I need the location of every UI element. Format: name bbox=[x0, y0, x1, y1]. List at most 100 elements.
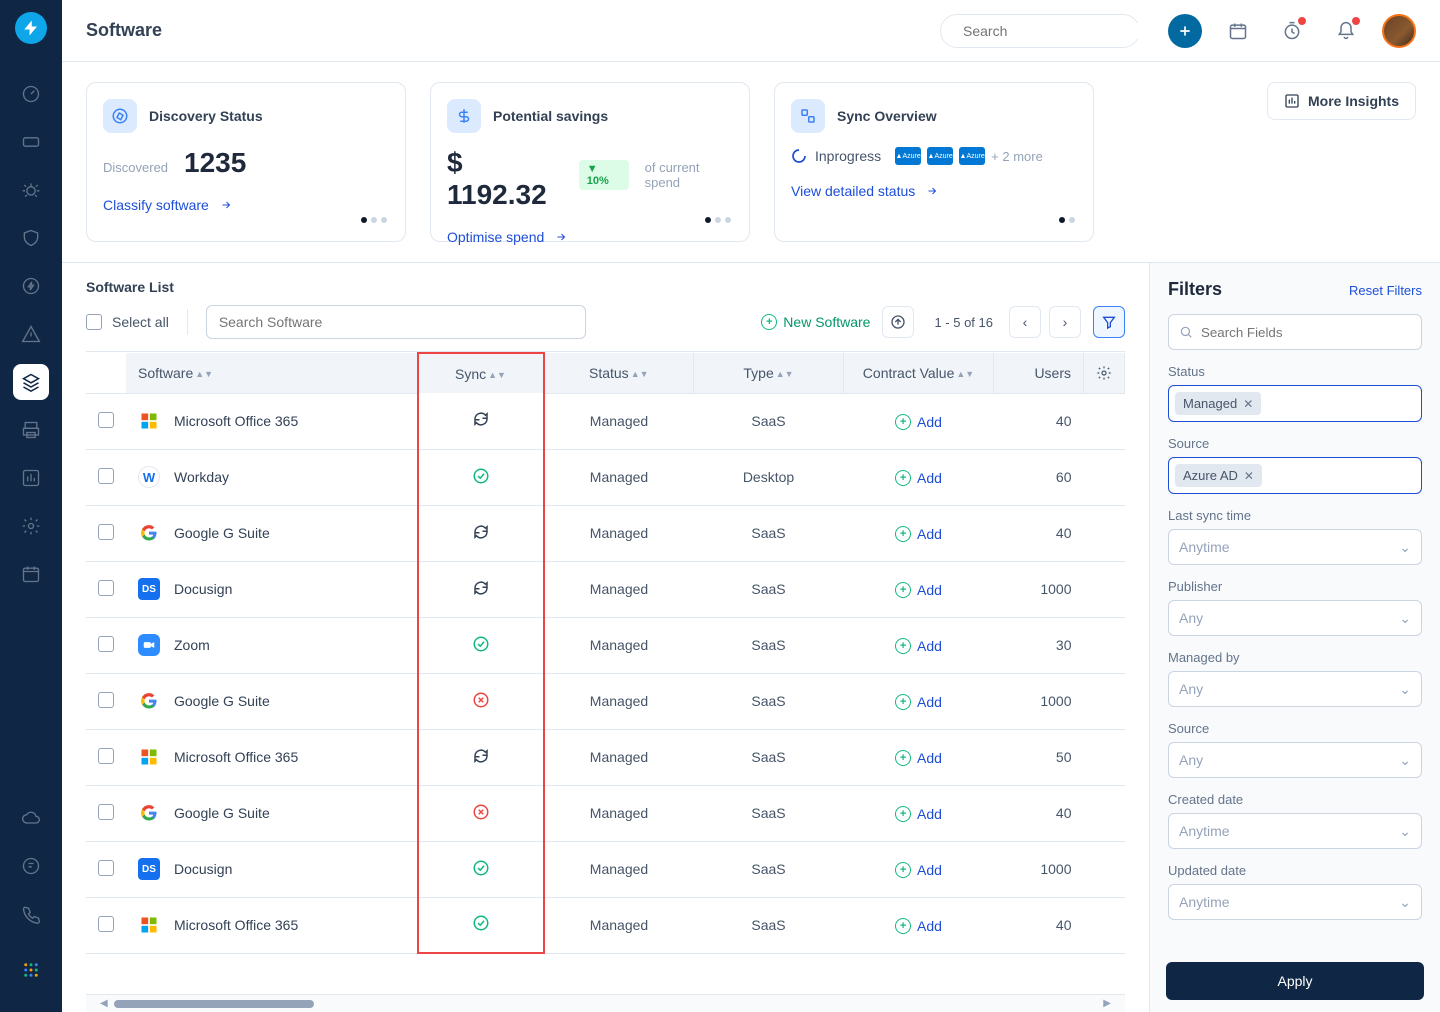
row-checkbox[interactable] bbox=[98, 860, 114, 876]
export-button[interactable] bbox=[882, 306, 914, 338]
table-row[interactable]: Microsoft Office 365 Managed SaaS +Add 5… bbox=[86, 729, 1125, 785]
classify-link[interactable]: Classify software bbox=[103, 197, 389, 213]
nav-phone[interactable] bbox=[13, 896, 49, 932]
row-checkbox[interactable] bbox=[98, 412, 114, 428]
add-button[interactable] bbox=[1168, 14, 1202, 48]
type-cell: SaaS bbox=[694, 841, 844, 897]
col-contract[interactable]: Contract Value▲▼ bbox=[844, 353, 994, 393]
add-contract[interactable]: +Add bbox=[895, 414, 942, 430]
add-contract[interactable]: +Add bbox=[895, 470, 942, 486]
sync-status: Inprogress bbox=[791, 148, 881, 164]
table-row[interactable]: DSDocusign Managed SaaS +Add 1000 bbox=[86, 561, 1125, 617]
pager-next[interactable]: › bbox=[1049, 306, 1081, 338]
avatar[interactable] bbox=[1382, 14, 1416, 48]
nav-gear[interactable] bbox=[13, 508, 49, 544]
sync-cell bbox=[418, 393, 544, 449]
source2-select[interactable]: Any⌄ bbox=[1168, 742, 1422, 778]
table-row[interactable]: Google G Suite Managed SaaS +Add 40 bbox=[86, 505, 1125, 561]
remove-tag[interactable]: ✕ bbox=[1244, 469, 1254, 483]
optimise-link[interactable]: Optimise spend bbox=[447, 229, 733, 245]
row-checkbox[interactable] bbox=[98, 692, 114, 708]
app-cell: Google G Suite bbox=[138, 802, 405, 824]
add-contract[interactable]: +Add bbox=[895, 638, 942, 654]
add-contract[interactable]: +Add bbox=[895, 918, 942, 934]
nav-printer[interactable] bbox=[13, 412, 49, 448]
col-software[interactable]: Software▲▼ bbox=[126, 353, 418, 393]
global-search[interactable] bbox=[940, 14, 1140, 48]
row-checkbox[interactable] bbox=[98, 804, 114, 820]
app-logo[interactable] bbox=[15, 12, 47, 44]
filter-label: Source bbox=[1168, 436, 1422, 451]
pager-prev[interactable]: ‹ bbox=[1009, 306, 1041, 338]
nav-warning[interactable] bbox=[13, 316, 49, 352]
col-sync[interactable]: Sync▲▼ bbox=[418, 353, 544, 393]
nav-note[interactable] bbox=[13, 848, 49, 884]
last-sync-select[interactable]: Anytime⌄ bbox=[1168, 529, 1422, 565]
nav-bug[interactable] bbox=[13, 172, 49, 208]
filter-label: Created date bbox=[1168, 792, 1422, 807]
col-settings[interactable] bbox=[1084, 353, 1125, 393]
publisher-select[interactable]: Any⌄ bbox=[1168, 600, 1422, 636]
app-name: Google G Suite bbox=[174, 693, 270, 709]
nav-chart[interactable] bbox=[13, 460, 49, 496]
table-row[interactable]: Zoom Managed SaaS +Add 30 bbox=[86, 617, 1125, 673]
add-contract[interactable]: +Add bbox=[895, 582, 942, 598]
remove-tag[interactable]: ✕ bbox=[1243, 397, 1253, 411]
new-software-button[interactable]: +New Software bbox=[761, 314, 870, 330]
add-contract[interactable]: +Add bbox=[895, 750, 942, 766]
add-contract[interactable]: +Add bbox=[895, 862, 942, 878]
row-checkbox[interactable] bbox=[98, 916, 114, 932]
view-status-link[interactable]: View detailed status bbox=[791, 183, 1077, 199]
row-checkbox[interactable] bbox=[98, 580, 114, 596]
nav-apps[interactable] bbox=[13, 952, 49, 988]
card-dots bbox=[361, 217, 387, 223]
nav-cloud[interactable] bbox=[13, 800, 49, 836]
reset-filters[interactable]: Reset Filters bbox=[1349, 283, 1422, 298]
source-filter[interactable]: Azure AD✕ bbox=[1168, 457, 1422, 494]
horizontal-scrollbar[interactable]: ◀▶ bbox=[86, 994, 1125, 1012]
row-checkbox[interactable] bbox=[98, 524, 114, 540]
bell-icon[interactable] bbox=[1328, 13, 1364, 49]
filter-toggle[interactable] bbox=[1093, 306, 1125, 338]
global-search-input[interactable] bbox=[963, 23, 1144, 39]
col-type[interactable]: Type▲▼ bbox=[694, 353, 844, 393]
status-cell: Managed bbox=[544, 785, 694, 841]
row-checkbox[interactable] bbox=[98, 636, 114, 652]
sync-cell bbox=[418, 617, 544, 673]
calendar-icon[interactable] bbox=[1220, 13, 1256, 49]
col-users[interactable]: Users bbox=[994, 353, 1084, 393]
managedby-select[interactable]: Any⌄ bbox=[1168, 671, 1422, 707]
add-contract[interactable]: +Add bbox=[895, 526, 942, 542]
filter-search[interactable] bbox=[1168, 314, 1422, 350]
apply-button[interactable]: Apply bbox=[1166, 962, 1424, 1000]
table-row[interactable]: Microsoft Office 365 Managed SaaS +Add 4… bbox=[86, 393, 1125, 449]
col-status[interactable]: Status▲▼ bbox=[544, 353, 694, 393]
select-all[interactable]: Select all bbox=[86, 314, 169, 330]
app-cell: Microsoft Office 365 bbox=[138, 914, 405, 936]
table-row[interactable]: WWorkday Managed Desktop +Add 60 bbox=[86, 449, 1125, 505]
nav-calendar[interactable] bbox=[13, 556, 49, 592]
sync-cell bbox=[418, 505, 544, 561]
filter-label: Managed by bbox=[1168, 650, 1422, 665]
table-row[interactable]: DSDocusign Managed SaaS +Add 1000 bbox=[86, 841, 1125, 897]
row-checkbox[interactable] bbox=[98, 748, 114, 764]
status-filter[interactable]: Managed✕ bbox=[1168, 385, 1422, 422]
search-software[interactable] bbox=[206, 305, 586, 339]
add-contract[interactable]: +Add bbox=[895, 694, 942, 710]
row-checkbox[interactable] bbox=[98, 468, 114, 484]
table-row[interactable]: Microsoft Office 365 Managed SaaS +Add 4… bbox=[86, 897, 1125, 953]
more-insights-button[interactable]: More Insights bbox=[1267, 82, 1416, 120]
nav-bolt[interactable] bbox=[13, 268, 49, 304]
nav-layers[interactable] bbox=[13, 364, 49, 400]
created-select[interactable]: Anytime⌄ bbox=[1168, 813, 1422, 849]
updated-select[interactable]: Anytime⌄ bbox=[1168, 884, 1422, 920]
add-contract[interactable]: +Add bbox=[895, 806, 942, 822]
nav-gauge[interactable] bbox=[13, 76, 49, 112]
table-row[interactable]: Google G Suite Managed SaaS +Add 1000 bbox=[86, 673, 1125, 729]
timer-icon[interactable] bbox=[1274, 13, 1310, 49]
nav-shield[interactable] bbox=[13, 220, 49, 256]
nav-ticket[interactable] bbox=[13, 124, 49, 160]
filter-label: Source bbox=[1168, 721, 1422, 736]
table-row[interactable]: Google G Suite Managed SaaS +Add 40 bbox=[86, 785, 1125, 841]
type-cell: Desktop bbox=[694, 449, 844, 505]
